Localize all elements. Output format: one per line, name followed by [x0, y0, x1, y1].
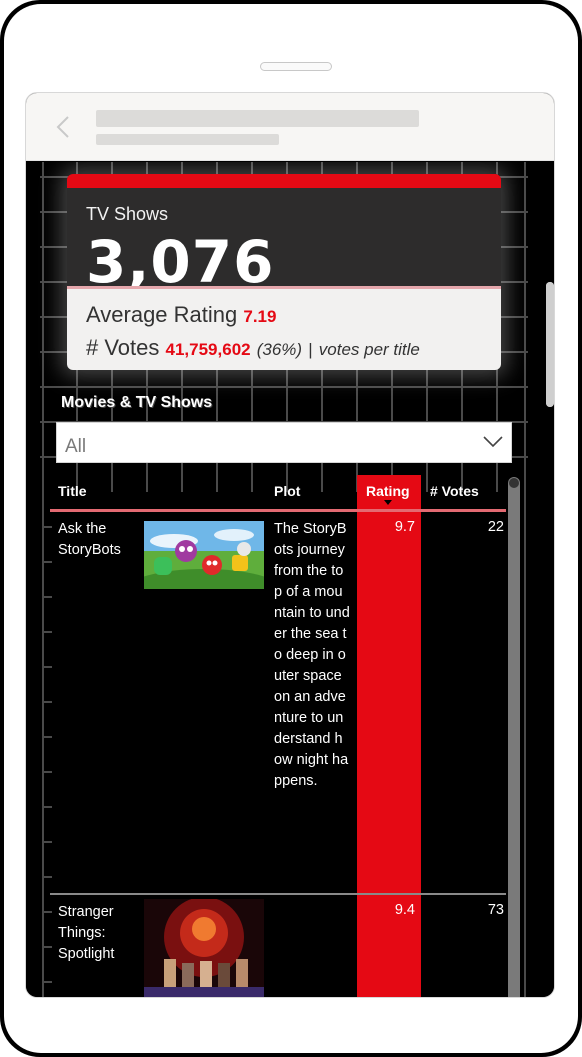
report-canvas: TV Shows 3,076 Average Rating 7.19 # Vot…	[26, 162, 554, 997]
report-subtitle-placeholder	[96, 134, 279, 145]
slicer-title: Movies & TV Shows	[61, 394, 213, 411]
votes-line: # Votes 41,759,602 (36%) | votes per tit…	[86, 335, 420, 361]
votes-note: votes per title	[318, 340, 420, 359]
row-separator	[50, 893, 506, 895]
average-rating-value: 7.19	[243, 307, 277, 326]
row-thumbnail-image	[144, 899, 264, 997]
row-rating: 9.7	[394, 519, 415, 535]
votes-separator: |	[308, 340, 313, 359]
column-header-title[interactable]: Title	[58, 483, 87, 499]
average-rating-label: Average Rating	[86, 302, 238, 327]
report-title-placeholder	[96, 110, 419, 127]
row-title: Stranger Things: Spotlight	[58, 904, 115, 962]
column-header-plot[interactable]: Plot	[274, 483, 300, 499]
votes-percent: (36%)	[256, 340, 303, 359]
kpi-label: TV Shows	[86, 204, 169, 224]
app-screen: TV Shows 3,076 Average Rating 7.19 # Vot…	[25, 92, 555, 998]
column-header-votes[interactable]: # Votes	[430, 483, 479, 499]
votes-value: 41,759,602	[165, 340, 251, 359]
page-scrollbar[interactable]	[546, 282, 554, 407]
average-rating-line: Average Rating 7.19	[86, 302, 276, 328]
kpi-card[interactable]: TV Shows 3,076 Average Rating 7.19 # Vot…	[67, 174, 501, 370]
row-votes: 73	[487, 902, 504, 918]
phone-speaker	[260, 62, 332, 71]
page-scrollbar-thumb[interactable]	[546, 282, 554, 407]
kpi-card-header: TV Shows 3,076	[67, 174, 501, 296]
table-scrollbar[interactable]	[508, 477, 520, 997]
row-votes: 22	[487, 519, 504, 535]
chevron-down-icon	[483, 436, 503, 448]
column-header-rating[interactable]: Rating	[366, 483, 410, 499]
sort-descending-icon	[384, 500, 392, 505]
row-title: Ask the StoryBots	[58, 521, 121, 558]
kpi-card-details: Average Rating 7.19 # Votes 41,759,602 (…	[67, 289, 501, 370]
votes-label: # Votes	[86, 335, 160, 360]
titles-table: Title Plot Rating # Votes Ask the StoryB…	[50, 475, 520, 997]
rating-column-highlight	[357, 475, 421, 997]
row-rating: 9.4	[394, 902, 415, 918]
header-divider	[50, 509, 506, 512]
row-plot: The StoryBots journey from the top of a …	[274, 521, 350, 789]
back-arrow-icon[interactable]	[54, 115, 72, 139]
app-header	[26, 93, 554, 161]
row-thumbnail-image	[144, 521, 264, 589]
slicer-selected-value: All	[65, 436, 87, 457]
type-slicer-dropdown[interactable]: All	[56, 422, 512, 463]
table-scrollbar-cap[interactable]	[509, 478, 519, 488]
